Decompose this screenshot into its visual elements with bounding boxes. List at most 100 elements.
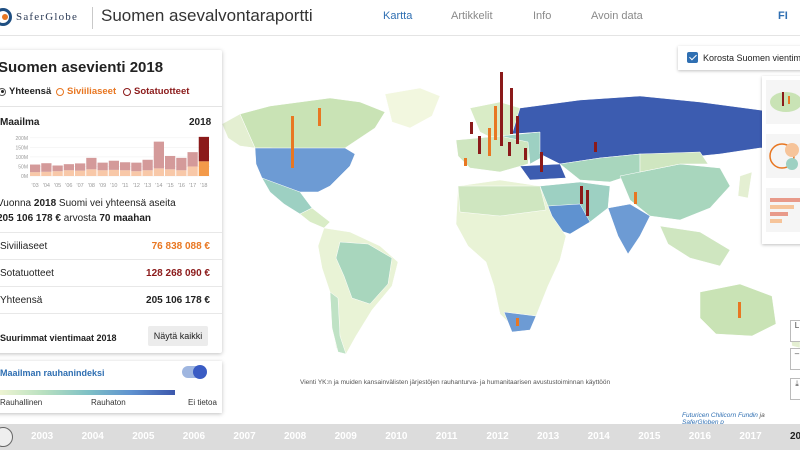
timeline-year[interactable]: 2008 [284,431,306,442]
export-bar-india[interactable] [634,192,637,204]
timeline-year[interactable]: 2012 [486,431,508,442]
chart-bar-civilian[interactable] [198,161,209,176]
radio-military-icon[interactable] [123,87,131,96]
timeline-year[interactable]: 2004 [82,431,104,442]
chart-bar-civilian[interactable] [120,170,131,176]
show-all-button[interactable]: Näytä kaikki [148,326,208,346]
timeline-year[interactable]: 2014 [588,431,610,442]
export-bar-estonia[interactable] [510,88,513,134]
timeline-year[interactable]: 2003 [31,431,53,442]
export-bar-saudi[interactable] [580,186,583,204]
chart-bar-civilian[interactable] [187,166,198,176]
chart-bar-civilian[interactable] [142,170,153,176]
country-india[interactable] [607,203,651,255]
export-bar-germany[interactable] [488,128,491,156]
chart-bar-civilian[interactable] [75,170,86,176]
chart-bar-military[interactable] [63,164,74,171]
chart-bar-military[interactable] [86,157,97,170]
peace-index-toggle[interactable] [182,365,207,379]
timeline-year[interactable]: 2005 [132,431,154,442]
chart-bar-military[interactable] [187,152,198,167]
export-bar-greece[interactable] [524,148,527,160]
timeline-year[interactable]: 2011 [436,431,458,442]
chart-bar-military[interactable] [198,136,209,162]
export-bar-poland[interactable] [516,116,519,144]
chart-bar-military[interactable] [131,162,142,172]
chart-bar-military[interactable] [52,165,63,172]
export-bar-uk[interactable] [470,122,473,134]
view-bubble-thumbnail[interactable] [766,134,800,178]
filter-total-label[interactable]: Yhteensä [9,86,51,97]
brand-name[interactable]: SaferGlobe [16,11,78,23]
chart-bar-civilian[interactable] [97,170,108,176]
chart-bar-military[interactable] [97,162,108,171]
chart-bar-civilian[interactable] [63,170,74,176]
timeline-year[interactable]: 2009 [335,431,357,442]
chart-bar-civilian[interactable] [131,171,142,176]
export-bar-turkey[interactable] [540,152,543,172]
export-bar-kazakhstan[interactable] [594,142,597,152]
export-bar-uae[interactable] [586,190,589,216]
export-bar-usa[interactable] [291,116,294,168]
radio-civilian-icon[interactable] [56,87,64,96]
timeline-year[interactable]: 20 [790,431,800,442]
filter-total[interactable]: Yhteensä [0,86,51,97]
chart-bar-civilian[interactable] [153,168,164,176]
yearly-export-chart[interactable]: 200M150M100M50M0M '03'04'05'06'07'08'09 '… [0,132,222,190]
chart-bar-military[interactable] [30,164,41,173]
export-bar-canada[interactable] [318,108,321,126]
chart-bar-civilian[interactable] [52,171,63,176]
nav-avoin-data[interactable]: Avoin data [591,10,643,22]
chart-bar-civilian[interactable] [176,170,187,176]
export-bar-spain[interactable] [464,158,467,166]
filter-military-label[interactable]: Sotatuotteet [134,86,189,97]
radio-total-icon[interactable] [0,87,6,96]
country-canada[interactable] [239,97,386,153]
filter-military[interactable]: Sotatuotteet [123,86,189,97]
chart-bar-military[interactable] [176,157,187,171]
region-north-africa[interactable] [457,185,547,217]
highlight-exports-label[interactable]: Korosta Suomen vientimaat [703,53,800,63]
timeline-year[interactable]: 2013 [537,431,559,442]
filter-civilian-label[interactable]: Siviiliaseet [67,86,116,97]
chart-bar-civilian[interactable] [30,172,41,176]
chart-bar-civilian[interactable] [108,169,119,176]
timeline-year[interactable]: 2006 [183,431,205,442]
timeline-year[interactable]: 2017 [739,431,761,442]
export-bar-sweden[interactable] [500,72,503,146]
filter-civilian[interactable]: Siviiliaseet [56,86,116,97]
view-bar-thumbnail[interactable] [766,188,800,232]
timeline-year[interactable]: 2015 [638,431,660,442]
timeline-year[interactable]: 2007 [233,431,255,442]
chart-bar-military[interactable] [142,159,153,171]
export-bar-norway[interactable] [494,106,497,140]
export-bar-south-africa[interactable] [516,318,519,326]
country-japan[interactable] [737,171,753,199]
chart-bar-civilian[interactable] [41,171,52,176]
chart-bar-military[interactable] [153,141,164,169]
export-bar-italy[interactable] [508,142,511,156]
chart-bar-military[interactable] [41,163,52,172]
nav-artikkelit[interactable]: Artikkelit [451,10,493,22]
zoom-out-button[interactable]: – [790,348,800,370]
chart-bar-military[interactable] [108,160,119,170]
saferglobe-logo-icon[interactable] [0,8,12,26]
credits-org[interactable]: Futuricen Chilicorn Fundin [682,412,758,419]
nav-info[interactable]: Info [533,10,551,22]
map-download-button[interactable]: ⤓ [790,378,800,400]
zoom-in-button[interactable]: L [790,320,800,342]
chart-bar-military[interactable] [120,162,131,171]
export-bar-france[interactable] [478,136,481,154]
chart-bar-military[interactable] [75,163,86,171]
nav-kartta[interactable]: Kartta [383,10,412,22]
chart-bar-military[interactable] [165,155,176,170]
timeline-year[interactable]: 2010 [385,431,407,442]
export-bar-australia[interactable] [738,302,741,318]
highlight-exports-checkbox[interactable] [687,52,698,63]
language-switch[interactable]: FI [778,10,788,22]
chart-bar-civilian[interactable] [86,169,97,176]
view-map-thumbnail[interactable] [766,80,800,124]
timeline-year[interactable]: 2016 [689,431,711,442]
country-greenland[interactable] [384,87,441,129]
chart-bar-civilian[interactable] [165,169,176,176]
